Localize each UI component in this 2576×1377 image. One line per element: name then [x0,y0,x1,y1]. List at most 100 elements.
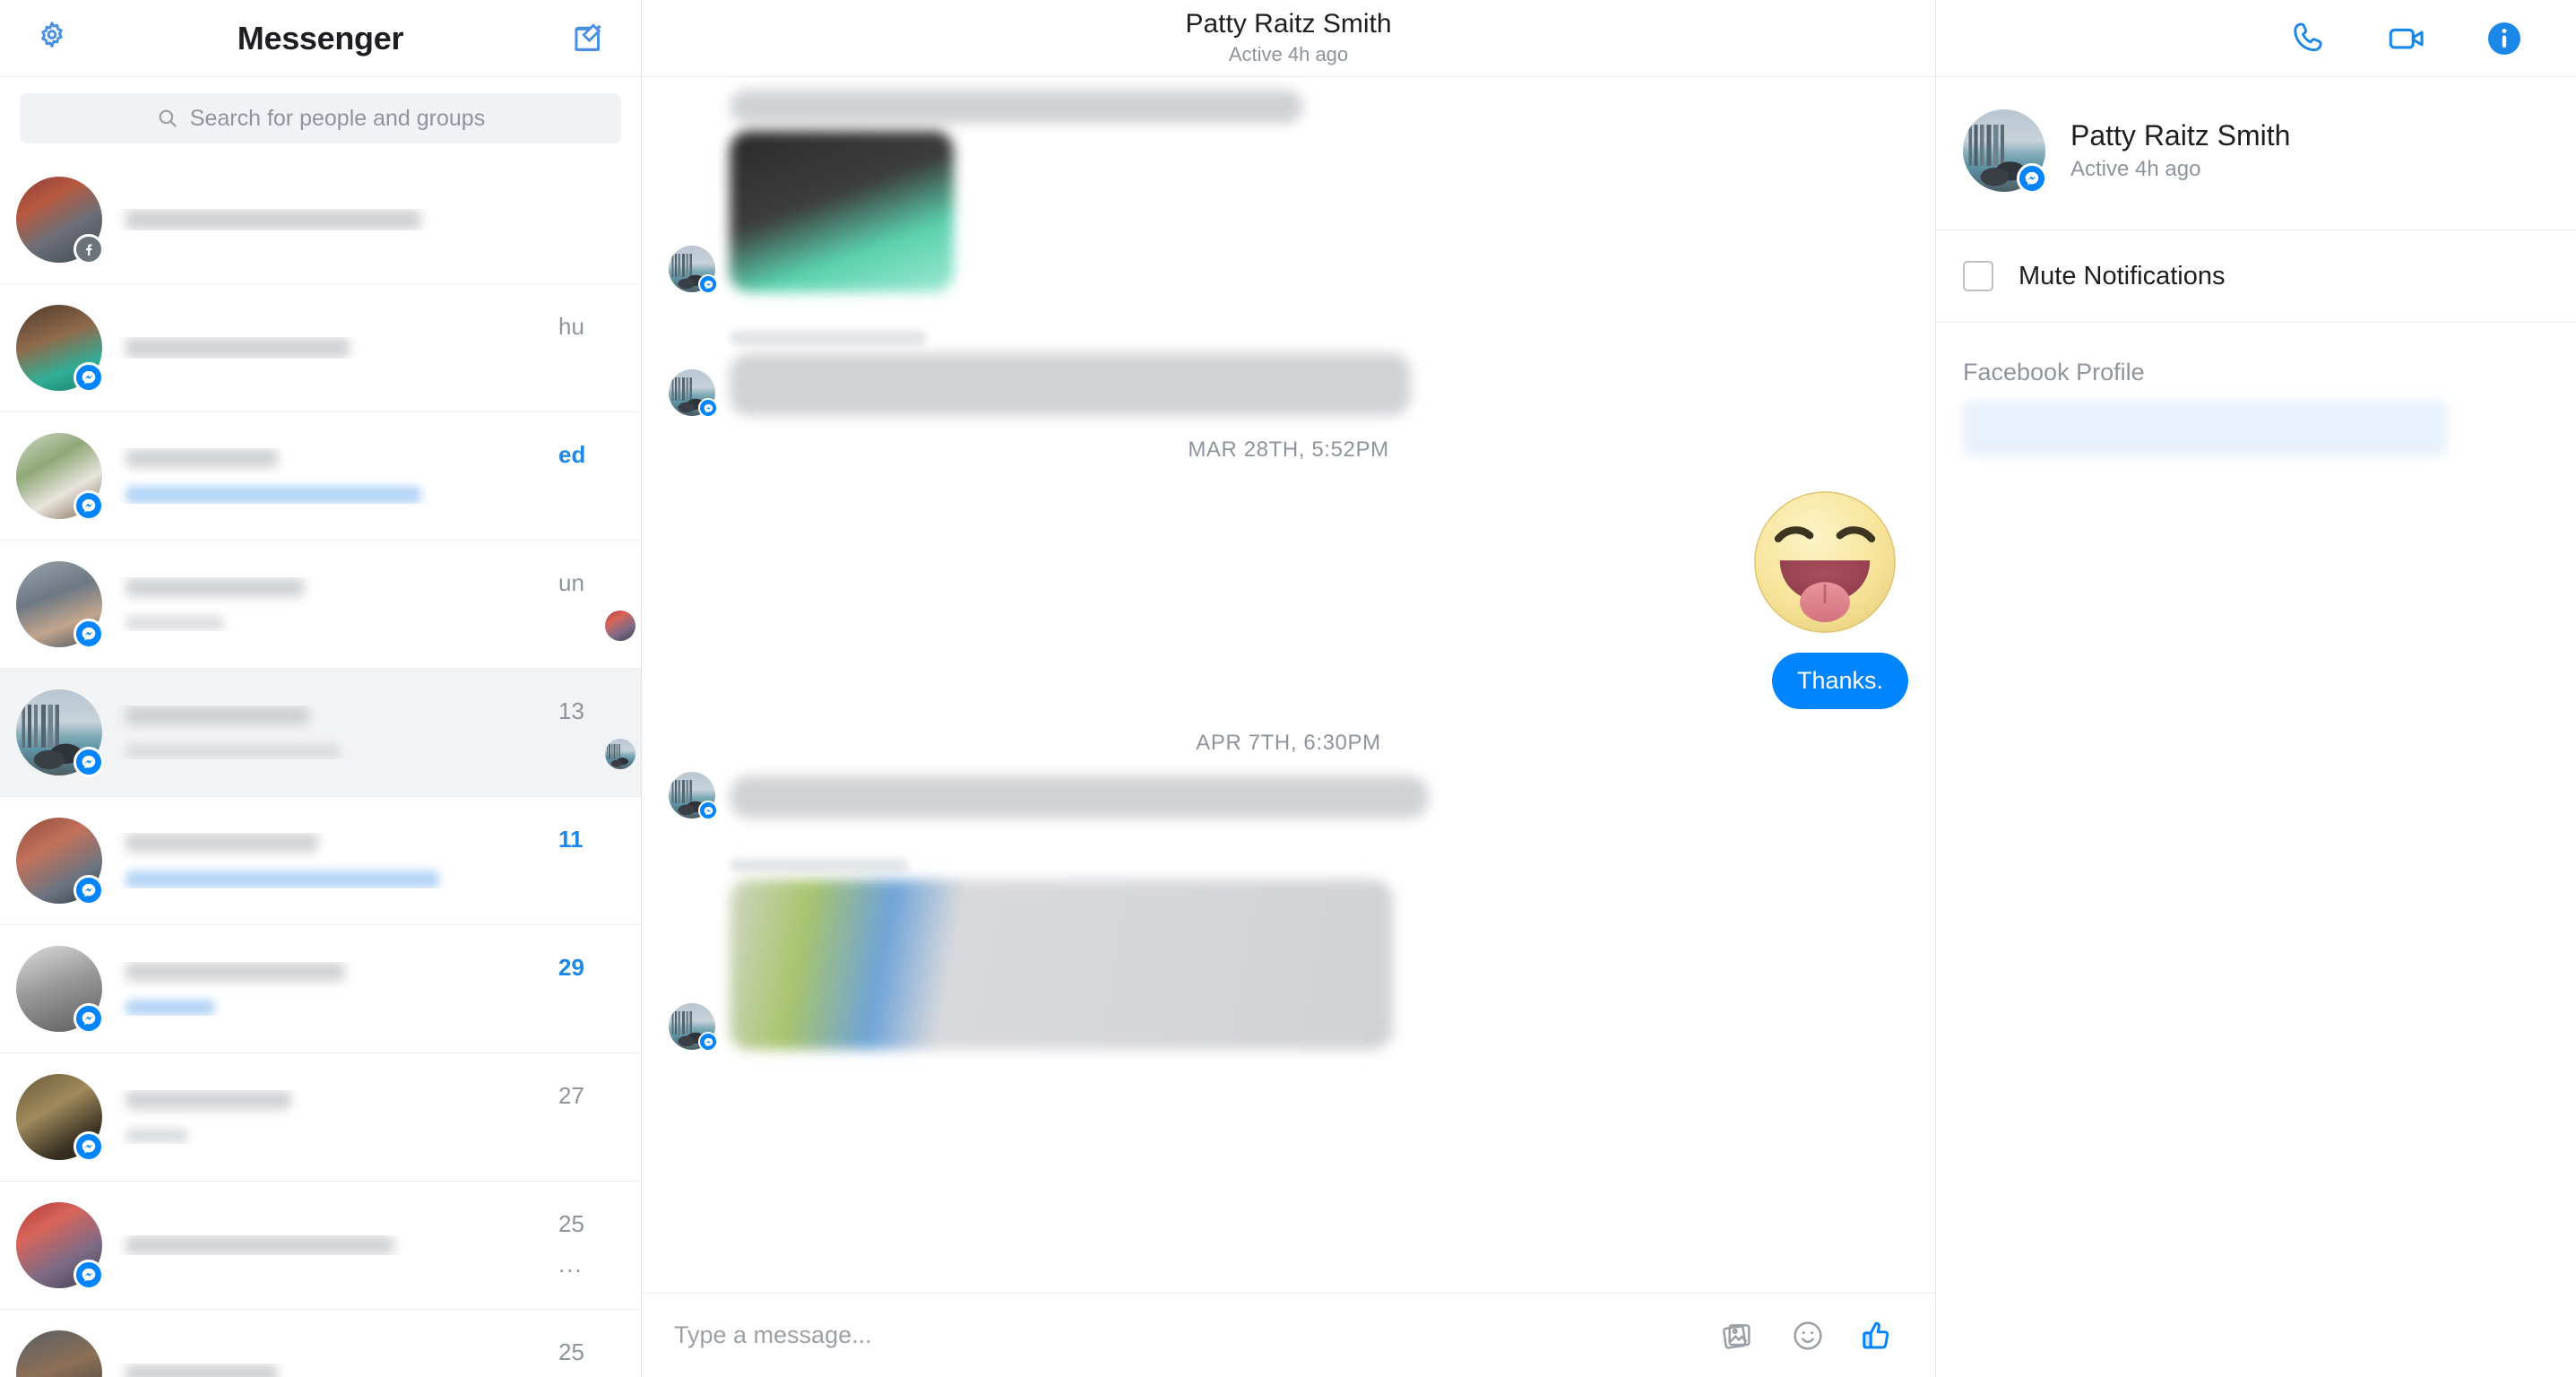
compose-pencil-icon[interactable] [564,13,614,64]
facebook-profile-title: Facebook Profile [1963,359,2145,385]
incoming-message-redacted [730,90,1303,124]
messenger-badge-icon [2017,163,2047,194]
conversation-row[interactable]: hu [0,284,641,412]
incoming-message-row [669,879,1908,1052]
messenger-badge-icon [698,1032,718,1052]
conversation-snippet-redacted [125,743,341,759]
sidebar-header: Messenger [0,0,641,77]
conversation-timestamp: hu [558,313,584,340]
conversation-meta: 11 [558,826,641,853]
conversations-sidebar: Messenger Search for people and groups h… [0,0,642,1377]
incoming-message-row [669,353,1908,418]
conversation-list[interactable]: hu ed un 13 11 29 27 25... 25 [0,156,641,1377]
search-input[interactable]: Search for people and groups [20,93,621,143]
mute-notifications-label: Mute Notifications [2018,261,2226,290]
conversation-name-redacted [125,448,278,468]
incoming-message-row [669,299,1908,346]
messenger-badge-icon [698,398,718,418]
messenger-badge-icon [73,619,104,649]
phone-icon[interactable] [2286,13,2336,64]
message-avatar [669,369,718,418]
facebook-profile-section: Facebook Profile [1936,323,2576,456]
messenger-badge-icon [73,875,104,905]
conversation-name-redacted [125,706,309,725]
message-input[interactable]: Type a message... [674,1321,1693,1349]
conversation-snippet-redacted [125,870,439,888]
details-status: Active 4h ago [2070,157,2201,182]
details-name: Patty Raitz Smith [2070,118,2291,152]
seen-by-avatar [605,611,635,641]
message-list[interactable]: MAR 28TH, 5:52PM Thanks. APR 7TH, 6:30PM [642,77,1935,1293]
conversation-meta: 25... [558,1210,641,1278]
outgoing-sticker-row [669,479,1908,645]
incoming-message-redacted [730,775,1429,818]
thread-actions [1936,0,2576,77]
conversation-timestamp: 27 [558,1082,584,1109]
conversation-row[interactable]: 25... [0,1182,641,1310]
message-meta-redacted [730,858,909,872]
conversation-avatar [16,433,104,521]
conversation-meta: 13 [558,697,641,725]
details-avatar [1963,109,2047,194]
facebook-profile-link[interactable] [1963,401,2447,456]
photo-stack-icon[interactable] [1713,1311,1763,1361]
thread-contact-status: Active 4h ago [1228,43,1349,66]
conversation-meta: 29 [558,954,641,982]
conversation-meta: 27 [558,1082,641,1110]
conversation-row[interactable]: un [0,541,641,669]
thumbs-up-icon[interactable] [1853,1311,1903,1361]
incoming-message-row [669,131,1908,294]
conversation-name-redacted [125,833,318,853]
conversation-timestamp: 13 [558,697,584,724]
conversation-name-redacted [125,1364,278,1377]
mute-notifications-checkbox[interactable] [1963,261,1993,291]
conversation-meta: hu [558,313,641,341]
conversation-row[interactable]: 27 [0,1053,641,1182]
incoming-message-redacted [730,353,1411,416]
conversation-row[interactable]: ed [0,412,641,541]
conversation-avatar [16,561,104,649]
seen-by-avatar [605,739,635,769]
incoming-image-redacted [730,131,954,292]
conversation-avatar [16,1202,104,1290]
details-profile: Patty Raitz Smith Active 4h ago [1936,77,2576,230]
message-avatar [669,246,718,294]
messenger-badge-icon [73,1003,104,1034]
conversation-timestamp: un [558,569,584,596]
conversation-name-redacted [125,962,345,982]
emoji-smiley-icon[interactable] [1783,1311,1833,1361]
info-circle-icon[interactable] [2479,13,2529,64]
outgoing-message-row: Thanks. [669,653,1908,709]
conversation-snippet-redacted [125,1000,215,1016]
incoming-message-row [669,826,1908,872]
conversation-row[interactable] [0,156,641,284]
conversation-row[interactable]: 11 [0,797,641,925]
conversation-thread: Patty Raitz Smith Active 4h ago MAR 28TH… [642,0,1936,1377]
messenger-badge-icon [73,747,104,777]
conversation-timestamp: 25 [558,1210,584,1237]
incoming-message-row [669,772,1908,820]
thread-header: Patty Raitz Smith Active 4h ago [642,0,1935,77]
conversation-row[interactable]: 13 [0,669,641,797]
mute-notifications-row[interactable]: Mute Notifications [1936,230,2576,323]
message-meta-redacted [730,330,927,346]
conversation-avatar [16,1330,102,1377]
conversation-snippet-redacted [125,1128,188,1144]
sidebar-title: Messenger [237,19,404,56]
conversation-row[interactable]: 29 [0,925,641,1053]
messenger-badge-icon [73,1260,104,1290]
settings-gear-icon[interactable] [27,13,77,64]
video-camera-icon[interactable] [2382,13,2433,64]
details-panel: Patty Raitz Smith Active 4h ago Mute Not… [1936,0,2576,1377]
search-icon [159,109,177,127]
conversation-row[interactable]: 25 [0,1310,641,1377]
outgoing-message-bubble: Thanks. [1771,653,1908,709]
incoming-message-row [669,77,1908,124]
message-date-divider: MAR 28TH, 5:52PM [1188,437,1389,462]
conversation-meta: 25 [558,1338,641,1366]
conversation-name-redacted [125,577,305,597]
messenger-badge-icon [73,1131,104,1162]
conversation-name-redacted [125,1090,291,1110]
facebook-badge-icon [73,234,104,264]
conversation-avatar [16,946,104,1034]
